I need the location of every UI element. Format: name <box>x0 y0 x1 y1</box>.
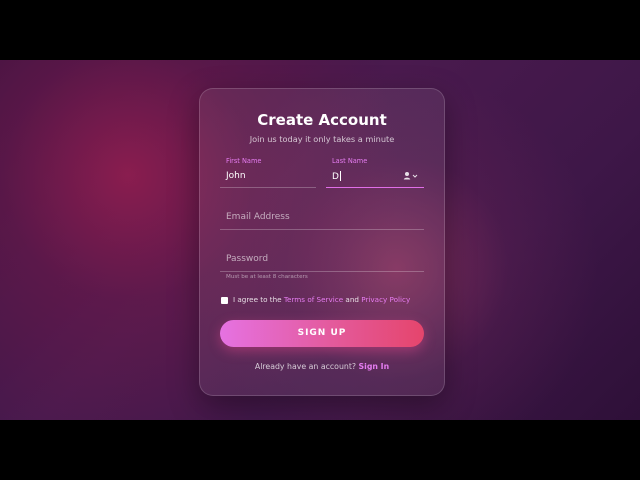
privacy-link[interactable]: Privacy Policy <box>361 295 410 304</box>
sign-in-link[interactable]: Sign In <box>359 362 390 371</box>
letterbox-top <box>0 0 640 60</box>
signup-card: Create Account Join us today it only tak… <box>199 88 445 396</box>
email-placeholder: Email Address <box>226 212 290 222</box>
agree-prefix: I agree to the <box>233 295 282 304</box>
last-name-value-wrap: D <box>332 171 341 182</box>
password-hint: Must be at least 8 characters <box>226 274 308 280</box>
password-field[interactable]: Password <box>220 249 424 272</box>
page-title: Create Account <box>257 111 387 129</box>
page-background: Create Account Join us today it only tak… <box>0 60 640 420</box>
agree-checkbox[interactable] <box>221 297 228 304</box>
terms-link[interactable]: Terms of Service <box>284 295 343 304</box>
letterbox-bottom <box>0 420 640 480</box>
signin-prompt: Already have an account? Sign In <box>200 362 444 371</box>
first-name-value: John <box>226 171 246 181</box>
agree-text: I agree to the Terms of Service and Priv… <box>233 295 410 304</box>
autofill-contact-icon[interactable] <box>403 171 419 181</box>
first-name-label: First Name <box>226 157 262 165</box>
email-field[interactable]: Email Address <box>220 207 424 230</box>
signin-question: Already have an account? <box>254 362 357 371</box>
last-name-label: Last Name <box>332 157 368 165</box>
agree-middle: and <box>345 295 359 304</box>
last-name-value: D <box>332 172 339 182</box>
text-caret <box>339 171 341 181</box>
first-name-field[interactable]: First Name John <box>220 157 316 188</box>
sign-up-button[interactable]: SIGN UP <box>220 320 424 347</box>
page-subtitle: Join us today it only takes a minute <box>249 134 395 144</box>
password-placeholder: Password <box>226 254 269 264</box>
